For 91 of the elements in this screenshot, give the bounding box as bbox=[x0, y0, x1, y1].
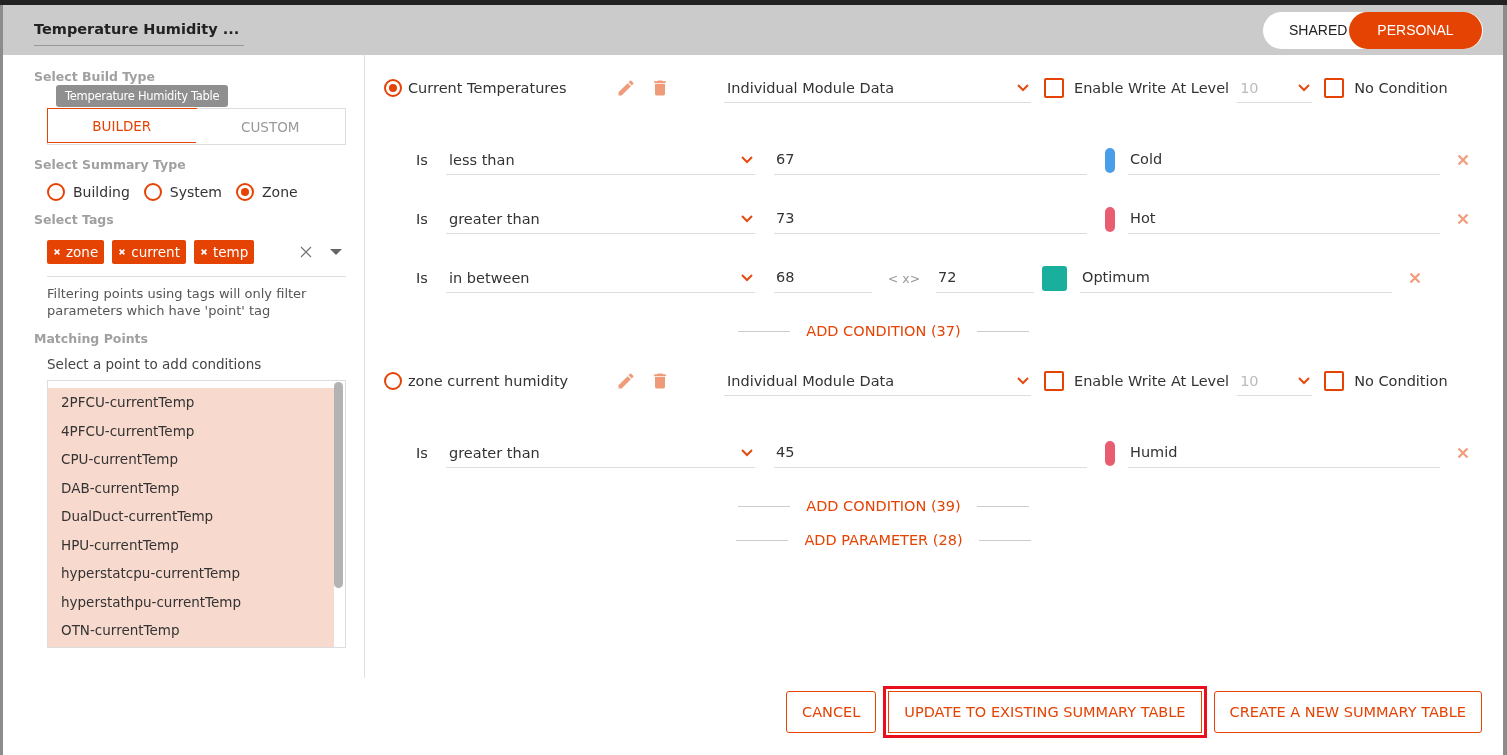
radio-label: System bbox=[169, 184, 222, 200]
point-list-item[interactable]: hyperstatcpu-currentTemp bbox=[48, 559, 334, 588]
chevron-down-icon[interactable] bbox=[741, 448, 753, 457]
value-field[interactable]: 72 bbox=[936, 263, 1034, 293]
point-list-item[interactable]: hyperstathpu-currentTemp bbox=[48, 587, 334, 616]
parameter-radio[interactable] bbox=[384, 79, 402, 97]
condition-label: Is bbox=[416, 152, 429, 168]
section-label: Matching Points bbox=[34, 331, 149, 346]
chevron-down-icon[interactable] bbox=[1298, 376, 1311, 385]
section-label: Select Build Type bbox=[34, 69, 155, 84]
tag-select-field[interactable]: zone current temp bbox=[47, 240, 346, 277]
condition-label: Is bbox=[416, 211, 429, 227]
checkbox[interactable] bbox=[1324, 78, 1345, 98]
clear-icon[interactable] bbox=[300, 246, 312, 258]
point-list-item[interactable]: DualDuct-currentTemp bbox=[48, 502, 334, 531]
radio-button[interactable] bbox=[143, 183, 162, 201]
add-parameter-button[interactable]: ADD PARAMETER (28) bbox=[798, 531, 969, 549]
label-field[interactable]: Optimum bbox=[1080, 263, 1392, 293]
operator-select[interactable]: greater than bbox=[446, 204, 755, 234]
hint-text: Select a point to add conditions bbox=[47, 356, 263, 372]
value-field[interactable]: 67 bbox=[774, 145, 1087, 175]
condition-label: Is bbox=[416, 270, 429, 286]
checkbox-label: No Condition bbox=[1354, 80, 1448, 96]
remove-icon[interactable] bbox=[199, 248, 208, 256]
point-list-item[interactable]: DAB-currentTemp bbox=[48, 473, 334, 502]
close-icon[interactable] bbox=[1457, 154, 1469, 166]
add-condition-button[interactable]: ADD CONDITION (39) bbox=[800, 497, 967, 515]
chevron-down-icon[interactable] bbox=[741, 155, 753, 164]
color-swatch[interactable] bbox=[1042, 265, 1067, 291]
close-icon[interactable] bbox=[1457, 213, 1469, 225]
checkbox[interactable] bbox=[1044, 78, 1064, 98]
radio-label: Building bbox=[73, 184, 130, 200]
label-field[interactable]: Hot bbox=[1128, 204, 1440, 234]
title-field[interactable]: Temperature Humidity ... bbox=[34, 21, 240, 37]
value-field[interactable]: 73 bbox=[774, 204, 1087, 234]
checkbox-label: No Condition bbox=[1354, 373, 1448, 389]
close-icon[interactable] bbox=[1409, 272, 1421, 284]
point-list-item[interactable]: HPU-currentTemp bbox=[48, 530, 334, 559]
scrollbar-thumb[interactable] bbox=[334, 382, 343, 588]
remove-icon[interactable] bbox=[118, 248, 127, 256]
close-icon[interactable] bbox=[1457, 447, 1469, 459]
label-field[interactable]: Cold bbox=[1128, 145, 1440, 175]
tag-chip[interactable]: current bbox=[112, 240, 186, 264]
parameter-radio[interactable] bbox=[384, 372, 402, 390]
operator-select[interactable]: in between bbox=[446, 263, 755, 293]
add-condition-button[interactable]: ADD CONDITION (37) bbox=[800, 322, 967, 340]
color-swatch[interactable] bbox=[1105, 147, 1115, 173]
help-text: Filtering points using tags will only filter parameters which have 'point' tag bbox=[47, 285, 308, 319]
chevron-down-icon[interactable] bbox=[741, 273, 753, 282]
point-list-item[interactable]: CPU-currentTemp bbox=[48, 445, 334, 474]
chevron-down-icon[interactable] bbox=[1017, 376, 1029, 385]
remove-icon[interactable] bbox=[53, 248, 61, 256]
point-list-item[interactable]: OTN-currentTemp bbox=[48, 616, 334, 645]
checkbox[interactable] bbox=[1324, 371, 1345, 391]
range-separator: < x> bbox=[886, 270, 922, 286]
scope-option[interactable]: PERSONAL bbox=[1349, 11, 1482, 49]
parameter-name: zone current humidity bbox=[408, 373, 570, 389]
value-field[interactable]: 45 bbox=[774, 438, 1087, 468]
label-field[interactable]: Humid bbox=[1128, 438, 1440, 468]
value-field[interactable]: 68 bbox=[774, 263, 872, 293]
chevron-down-icon[interactable] bbox=[1298, 83, 1311, 92]
condition-label: Is bbox=[416, 445, 429, 461]
color-swatch[interactable] bbox=[1105, 206, 1115, 232]
radio-label: Zone bbox=[262, 184, 298, 200]
dropdown-arrow-icon[interactable] bbox=[330, 248, 342, 256]
operator-select[interactable]: less than bbox=[446, 145, 755, 175]
tag-chip[interactable]: temp bbox=[193, 240, 255, 264]
chevron-down-icon[interactable] bbox=[1017, 83, 1029, 92]
action-button[interactable]: CREATE A NEW SUMMARY TABLE bbox=[1213, 691, 1482, 733]
checkbox-label: Enable Write At Level bbox=[1074, 373, 1230, 389]
tag-chip[interactable]: zone bbox=[47, 240, 105, 264]
radio-button[interactable] bbox=[236, 183, 254, 201]
point-list-item[interactable]: 2PFCU-currentTemp bbox=[48, 388, 334, 417]
checkbox-label: Enable Write At Level bbox=[1074, 80, 1230, 96]
section-label: Select Tags bbox=[34, 212, 115, 227]
chevron-down-icon[interactable] bbox=[741, 214, 753, 223]
scope-option[interactable]: SHARED bbox=[1263, 11, 1350, 49]
radio-button[interactable] bbox=[47, 183, 65, 201]
action-button[interactable]: CANCEL bbox=[786, 691, 877, 733]
pencil-icon[interactable] bbox=[616, 78, 636, 98]
point-list-item[interactable]: 4PFCU-currentTemp bbox=[48, 416, 334, 445]
section-label: Select Summary Type bbox=[34, 157, 187, 172]
data-source-select[interactable]: Individual Module Data bbox=[724, 73, 1031, 103]
pencil-icon[interactable] bbox=[616, 371, 636, 391]
parameter-name: Current Temperatures bbox=[408, 80, 568, 96]
color-swatch[interactable] bbox=[1105, 440, 1115, 466]
tooltip: Temperature Humidity Table bbox=[56, 85, 229, 107]
operator-select[interactable]: greater than bbox=[446, 438, 755, 468]
checkbox[interactable] bbox=[1044, 371, 1064, 391]
data-source-select[interactable]: Individual Module Data bbox=[724, 366, 1031, 396]
build-type-tab[interactable]: BUILDER bbox=[47, 108, 197, 143]
